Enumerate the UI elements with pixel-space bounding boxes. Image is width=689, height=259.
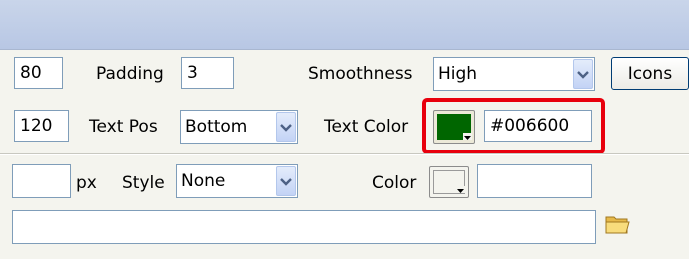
path-field[interactable] [12,210,596,244]
px-unit-label: px [76,173,97,193]
smoothness-label: Smoothness [308,64,413,84]
chevron-down-icon [276,112,296,142]
style-select[interactable]: None [176,164,298,198]
text-pos-select[interactable]: Bottom [180,110,298,144]
text-pos-label: Text Pos [89,117,158,137]
chevron-down-icon [573,59,593,89]
first-number-value: 80 [20,63,42,83]
style-label: Style [122,173,165,193]
color-hex-field[interactable] [477,164,592,198]
text-color-hex-value: #006600 [490,116,570,136]
second-number-value: 120 [20,116,53,136]
text-color-swatch [437,114,472,140]
smoothness-select[interactable]: High [433,57,595,91]
first-number-field[interactable]: 80 [14,57,63,89]
icons-button[interactable]: Icons [611,57,689,90]
smoothness-selected: High [438,64,478,84]
chevron-down-icon [276,166,296,196]
style-selected: None [181,171,226,191]
padding-label: Padding [96,64,164,84]
text-color-picker[interactable] [433,110,475,144]
dropdown-triangle-icon [463,133,472,140]
title-bar [0,0,689,50]
padding-field[interactable]: 3 [181,57,234,89]
text-color-hex-field[interactable]: #006600 [484,110,592,142]
color-picker[interactable] [429,166,469,198]
folder-icon[interactable] [604,212,630,236]
section-divider-highlight [0,154,689,155]
second-number-field[interactable]: 120 [14,110,69,142]
dropdown-triangle-icon [456,186,465,193]
padding-value: 3 [187,63,198,83]
text-color-label: Text Color [324,117,409,137]
size-field[interactable] [12,164,71,198]
color-swatch-empty [433,170,465,194]
icons-button-label: Icons [627,63,673,84]
text-pos-selected: Bottom [185,117,248,137]
color-label: Color [372,173,417,193]
